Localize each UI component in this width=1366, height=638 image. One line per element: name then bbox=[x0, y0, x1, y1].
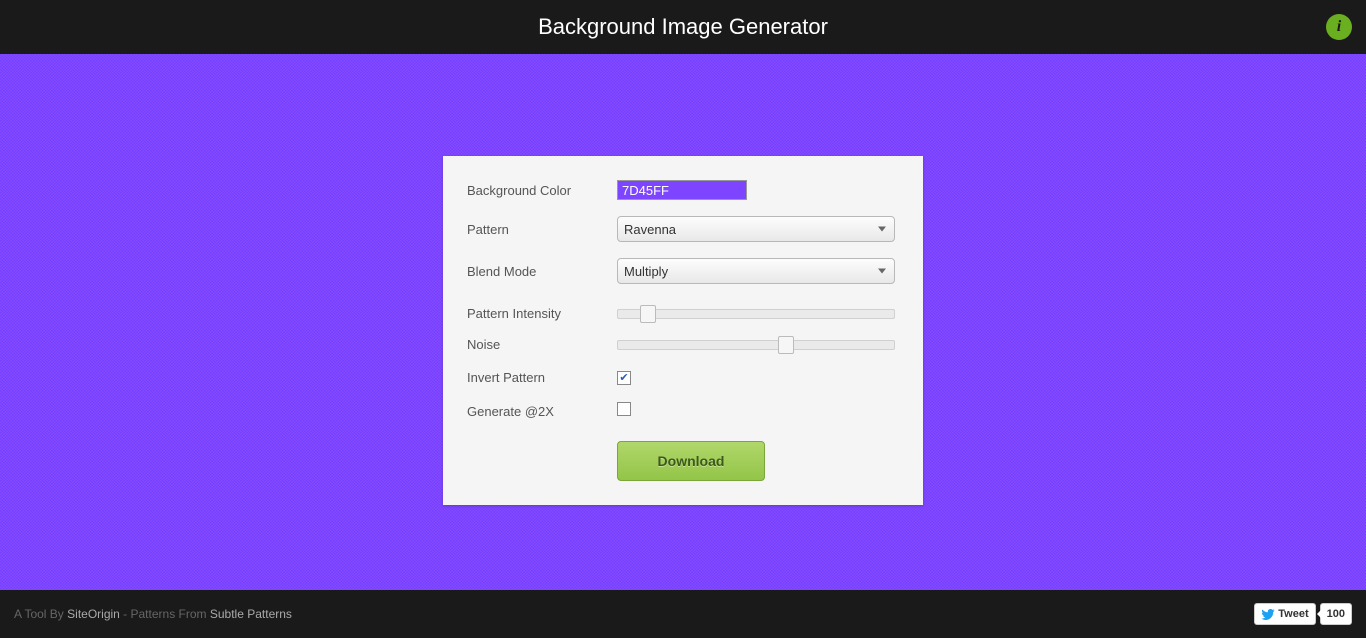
invert-pattern-label: Invert Pattern bbox=[467, 370, 617, 385]
tweet-button[interactable]: Tweet bbox=[1254, 603, 1315, 625]
noise-slider[interactable] bbox=[617, 340, 895, 350]
tweet-count[interactable]: 100 bbox=[1320, 603, 1352, 625]
blend-mode-select[interactable]: Multiply bbox=[617, 258, 895, 284]
download-button[interactable]: Download bbox=[617, 441, 765, 481]
pattern-intensity-label: Pattern Intensity bbox=[467, 306, 617, 321]
blend-mode-label: Blend Mode bbox=[467, 264, 617, 279]
invert-pattern-checkbox[interactable]: ✔ bbox=[617, 371, 631, 385]
preview-canvas: Background Color Pattern Ravenna Blend M… bbox=[0, 54, 1366, 590]
siteorigin-link[interactable]: SiteOrigin bbox=[67, 607, 120, 621]
twitter-icon bbox=[1261, 609, 1275, 620]
page-title: Background Image Generator bbox=[538, 14, 828, 40]
noise-label: Noise bbox=[467, 337, 617, 352]
settings-panel: Background Color Pattern Ravenna Blend M… bbox=[443, 156, 923, 505]
app-footer: A Tool By SiteOrigin - Patterns From Sub… bbox=[0, 590, 1366, 638]
generate-2x-label: Generate @2X bbox=[467, 404, 617, 419]
info-icon[interactable]: i bbox=[1326, 14, 1352, 40]
noise-thumb[interactable] bbox=[778, 336, 794, 354]
blend-mode-select-value: Multiply bbox=[624, 264, 668, 279]
tweet-widget: Tweet 100 bbox=[1254, 603, 1352, 625]
pattern-intensity-thumb[interactable] bbox=[640, 305, 656, 323]
generate-2x-checkbox[interactable] bbox=[617, 402, 631, 416]
subtle-patterns-link[interactable]: Subtle Patterns bbox=[210, 607, 292, 621]
background-color-label: Background Color bbox=[467, 183, 617, 198]
pattern-intensity-slider[interactable] bbox=[617, 309, 895, 319]
pattern-select[interactable]: Ravenna bbox=[617, 216, 895, 242]
pattern-label: Pattern bbox=[467, 222, 617, 237]
background-color-input[interactable] bbox=[617, 180, 747, 200]
footer-credits: A Tool By SiteOrigin - Patterns From Sub… bbox=[14, 607, 292, 621]
pattern-select-value: Ravenna bbox=[624, 222, 676, 237]
app-header: Background Image Generator i bbox=[0, 0, 1366, 54]
